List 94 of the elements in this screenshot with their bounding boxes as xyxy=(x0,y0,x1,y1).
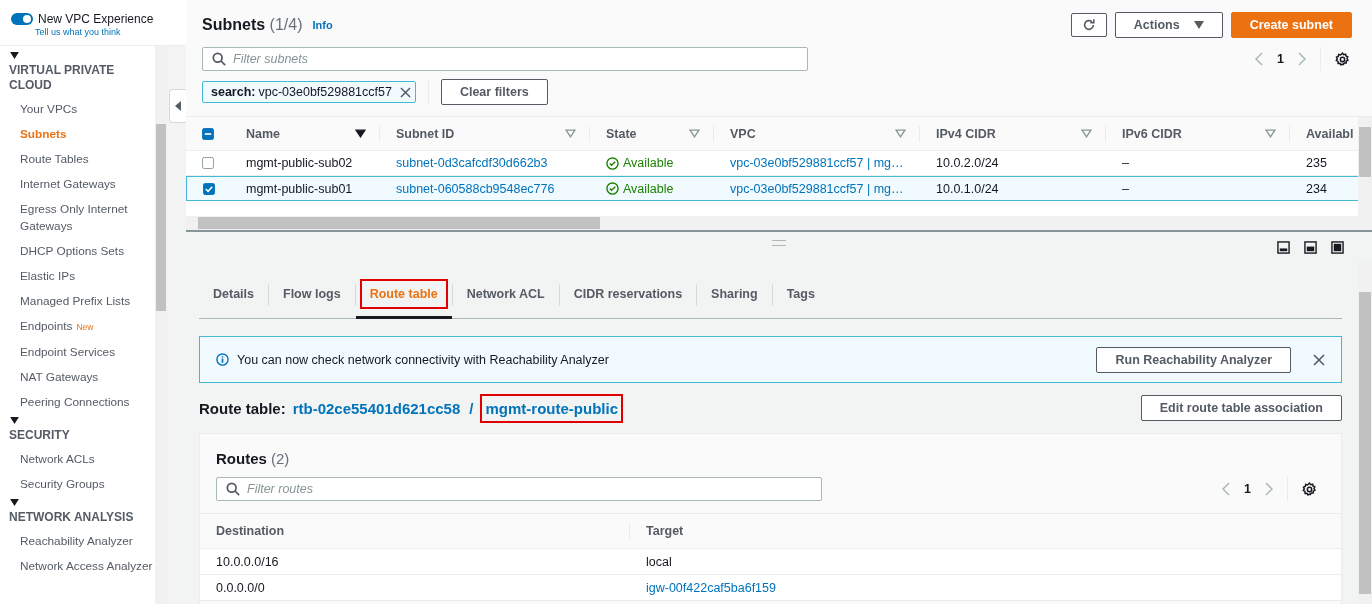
section-heading: SECURITY xyxy=(8,428,71,443)
checkbox[interactable] xyxy=(202,182,215,195)
table-cell: – xyxy=(1122,156,1129,170)
checkbox[interactable] xyxy=(202,127,214,140)
table-cell: mgmt-public-sub02 xyxy=(246,156,353,170)
tab[interactable]: Sharing xyxy=(697,272,772,316)
section-heading: NETWORK ANALYSIS xyxy=(8,510,135,525)
clear-filters-button[interactable]: Clear filters xyxy=(440,79,548,105)
refresh-button[interactable] xyxy=(1070,13,1107,37)
column-header[interactable]: IPv4 CIDR xyxy=(936,126,996,141)
scrollbar[interactable] xyxy=(1358,117,1372,230)
nav-link[interactable]: Endpoints New xyxy=(0,314,155,340)
nav-link[interactable]: Network ACLs xyxy=(0,447,155,472)
nav-link[interactable]: Egress Only Internet Gateways xyxy=(0,197,155,239)
search-field[interactable]: Filter routes xyxy=(216,477,822,501)
column-header: Destination xyxy=(216,524,285,538)
search-icon xyxy=(212,52,226,66)
panel-layout-icon[interactable] xyxy=(1331,240,1344,254)
gateway-link[interactable]: igw-00f422caf5ba6f159 xyxy=(646,580,776,595)
check-circle-icon xyxy=(606,156,619,170)
nav-link[interactable]: DHCP Options Sets xyxy=(0,239,155,264)
panel-layout-icon[interactable] xyxy=(1304,240,1317,254)
table-cell: local xyxy=(646,554,672,569)
nav-link[interactable]: Peering Connections xyxy=(0,390,155,415)
tab[interactable]: CIDR reservations xyxy=(559,272,697,316)
nav-link[interactable]: Elastic IPs xyxy=(0,264,155,289)
page-number[interactable]: 1 xyxy=(1277,52,1284,66)
nav-link[interactable]: Security Groups xyxy=(0,472,155,497)
info-icon xyxy=(216,353,229,366)
nav-link[interactable]: Your VPCs xyxy=(0,97,155,122)
run-analyzer-button[interactable]: Run Reachability Analyzer xyxy=(1096,346,1291,373)
route-table-label: Route table: xyxy=(199,399,286,417)
alert-text: You can now check network connectivity with Reachability Analyzer xyxy=(237,352,609,367)
table-cell: – xyxy=(1122,181,1129,196)
status-text: Available xyxy=(623,156,674,170)
sort-icon[interactable] xyxy=(355,129,366,138)
caret-icon[interactable] xyxy=(10,52,19,59)
close-icon[interactable] xyxy=(399,86,411,98)
column-header[interactable]: Subnet ID xyxy=(396,126,455,141)
table-cell: mgmt-public-sub01 xyxy=(246,181,353,196)
route-table-name-link[interactable]: mgmt-route-public xyxy=(480,393,623,423)
column-header[interactable]: VPC xyxy=(730,126,756,141)
column-header: Target xyxy=(646,524,684,538)
caret-icon[interactable] xyxy=(10,499,19,506)
feedback-link[interactable]: Tell us what you think xyxy=(35,27,186,37)
collapse-button[interactable] xyxy=(169,89,186,123)
status-text: Available xyxy=(623,181,674,196)
toggle-label: New VPC Experience xyxy=(38,12,154,26)
panel-title: Routes (2) xyxy=(215,449,291,467)
nav-link[interactable]: Internet Gateways xyxy=(0,172,155,197)
settings-icon[interactable] xyxy=(1302,481,1317,497)
drag-handle[interactable] xyxy=(771,240,786,246)
page-title: Subnets (1/4) xyxy=(202,16,303,34)
actions-button[interactable]: Actions xyxy=(1114,12,1223,38)
check-circle-icon xyxy=(606,182,619,195)
section-heading: VIRTUAL PRIVATE CLOUD xyxy=(8,63,116,93)
separator: / xyxy=(468,398,475,419)
tab[interactable]: Flow logs xyxy=(269,272,355,316)
tab[interactable]: Details xyxy=(199,272,268,316)
info-link[interactable]: Info xyxy=(312,19,333,31)
table-cell: 10.0.1.0/24 xyxy=(936,181,999,196)
table-cell: 10.0.0.0/16 xyxy=(216,554,279,569)
column-header[interactable]: Name xyxy=(246,126,281,141)
table-cell: 235 xyxy=(1306,156,1327,170)
column-header[interactable]: IPv6 CIDR xyxy=(1122,126,1182,141)
new-label: New xyxy=(76,322,94,332)
tab[interactable]: Tags xyxy=(772,272,829,316)
nav-link[interactable]: Network Access Analyzer xyxy=(0,554,155,579)
caret-icon[interactable] xyxy=(10,417,19,424)
table-cell: 10.0.2.0/24 xyxy=(936,156,999,170)
nav-link[interactable]: Endpoint Services xyxy=(0,340,155,365)
nav-link[interactable]: NAT Gateways xyxy=(0,365,155,390)
table-cell: 234 xyxy=(1306,181,1327,196)
edit-association-button[interactable]: Edit route table association xyxy=(1140,395,1342,421)
nav-link[interactable]: Route Tables xyxy=(0,147,155,172)
search-field[interactable]: Filter subnets xyxy=(202,47,808,71)
column-header[interactable]: Availabl xyxy=(1306,126,1354,141)
caret-icon xyxy=(175,101,181,111)
nav-link[interactable]: Managed Prefix Lists xyxy=(0,289,155,314)
checkbox[interactable] xyxy=(202,157,214,169)
caret-icon xyxy=(1193,21,1204,29)
table-cell: 0.0.0.0/0 xyxy=(216,580,265,595)
tab[interactable]: Network ACL xyxy=(452,272,559,316)
route-table-id-link[interactable]: rtb-02ce55401d621cc58 xyxy=(290,397,463,419)
refresh-icon xyxy=(1081,18,1096,32)
search-icon xyxy=(226,482,240,496)
toggle-switch[interactable] xyxy=(11,13,33,25)
settings-icon[interactable] xyxy=(1335,51,1350,67)
page-number[interactable]: 1 xyxy=(1244,482,1251,496)
column-header[interactable]: State xyxy=(606,126,637,141)
close-icon[interactable] xyxy=(1313,353,1325,366)
filter-token[interactable]: search: vpc-03e0bf529881ccf57 xyxy=(202,81,416,103)
panel-layout-icon[interactable] xyxy=(1277,240,1290,254)
nav-link[interactable]: Reachability Analyzer xyxy=(0,529,155,554)
